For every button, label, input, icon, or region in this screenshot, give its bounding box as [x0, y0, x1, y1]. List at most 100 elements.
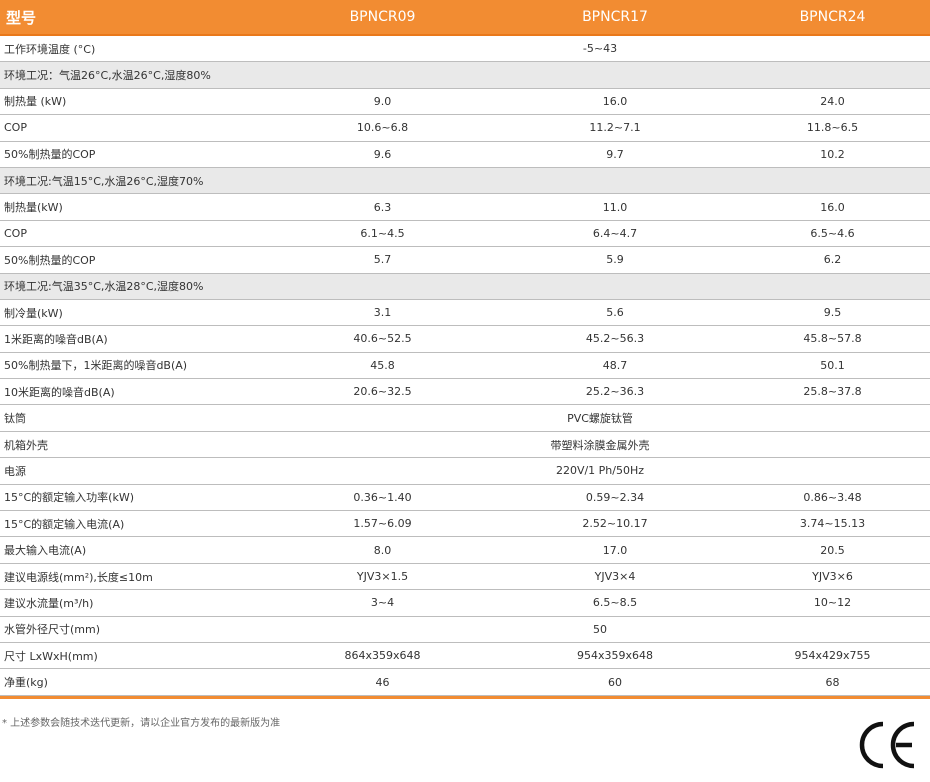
- table-row: 净重(kg) 46 60 68: [0, 669, 930, 696]
- cell-bpncr17: 2.52~10.17: [582, 517, 648, 531]
- table-row: 15°C的额定输入电流(A) 1.57~6.09 2.52~10.17 3.74~15…: [0, 511, 930, 538]
- cell-bpncr17: 17.0: [602, 543, 628, 557]
- row-label: 制冷量(kW): [4, 306, 63, 320]
- cell-bpncr09: 5.7: [373, 253, 392, 267]
- cell-bpncr17: 6.4~4.7: [592, 226, 638, 240]
- cell-bpncr09: 40.6~52.5: [353, 332, 412, 346]
- cell-bpncr17: 11.2~7.1: [589, 121, 641, 135]
- row-label: 最大输入电流(A): [4, 544, 87, 558]
- cell-bpncr09: 9.0: [373, 94, 392, 108]
- cell-bpncr09: 6.1~4.5: [360, 226, 405, 240]
- section-row: 环境工况:气温35°C,水温28°C,湿度80%: [0, 273, 930, 300]
- header-model-bpncr17: BPNCR17: [582, 9, 648, 25]
- table-row: 建议电源线(mm²),长度≤10m YJV3×1.5 YJV3×4 YJV3×6: [0, 564, 930, 591]
- row-label: 电源: [4, 464, 26, 478]
- cell-bpncr24: 16.0: [820, 200, 845, 214]
- table-row: 水管外径尺寸(mm) 50: [0, 617, 930, 643]
- cell-bpncr24: 10~12: [813, 596, 852, 610]
- row-label: 制热量(kW): [4, 201, 63, 215]
- table-row: 钛筒 PVC螺旋钛管: [0, 405, 930, 432]
- cell-bpncr17: 6.5~8.5: [592, 596, 638, 610]
- ce-mark-icon: [859, 721, 915, 769]
- cell-bpncr24: 24.0: [820, 94, 845, 108]
- row-label: 尺寸 LxWxH(mm): [4, 649, 98, 663]
- row-label: 钛筒: [4, 412, 26, 426]
- cell-bpncr24: 45.8~57.8: [803, 332, 862, 346]
- row-label: 机箱外壳: [4, 438, 48, 452]
- cell-bpncr09: 1.57~6.09: [353, 517, 412, 531]
- cell-bpncr17: 954x359x648: [576, 649, 653, 663]
- section-row: 环境工况：气温26°C,水温26°C,湿度80%: [0, 62, 930, 89]
- row-label: 净重(kg): [4, 676, 48, 690]
- row-label: COP: [4, 226, 27, 240]
- row-value-merged: 50: [593, 622, 607, 636]
- header-model-label: 型号: [6, 8, 37, 27]
- row-label: 15°C的额定输入功率(kW): [4, 491, 135, 505]
- row-value-merged: PVC螺旋钛管: [567, 412, 633, 426]
- table-row: COP 10.6~6.8 11.2~7.1 11.8~6.5: [0, 115, 930, 142]
- cell-bpncr09: 8.0: [373, 543, 392, 557]
- footnote: * 上述参数会随技术迭代更新，请以企业官方发布的最新版为准: [2, 718, 281, 729]
- row-value-merged: 带塑料涂膜金属外壳: [550, 438, 650, 452]
- cell-bpncr17: 9.7: [606, 147, 624, 161]
- table-row: 1米距离的噪音dB(A) 40.6~52.5 45.2~56.3 45.8~57.8: [0, 326, 930, 353]
- table-row: 机箱外壳 带塑料涂膜金属外壳: [0, 432, 930, 459]
- cell-bpncr09: 46: [375, 675, 390, 689]
- row-label: 1米距离的噪音dB(A): [4, 332, 108, 346]
- section-title: 环境工况:气温15°C,水温26°C,湿度70%: [4, 174, 204, 188]
- spec-table: 型号 BPNCR09 BPNCR17 BPNCR24 工作环境温度 (°C) -5…: [0, 0, 930, 699]
- cell-bpncr24: 68: [825, 675, 840, 689]
- table-row: 制冷量(kW) 3.1 5.6 9.5: [0, 300, 930, 327]
- cell-bpncr24: 3.74~15.13: [799, 517, 866, 531]
- table-row: 尺寸 LxWxH(mm) 864x359x648 954x359x648 954x42…: [0, 643, 930, 670]
- table-row: 制热量(kW) 6.3 11.0 16.0: [0, 194, 930, 221]
- cell-bpncr24: 6.2: [823, 253, 842, 267]
- cell-bpncr24: 10.2: [820, 147, 845, 161]
- row-label: 10米距离的噪音dB(A): [4, 385, 115, 399]
- table-row: 制热量 (kW) 9.0 16.0 24.0: [0, 89, 930, 116]
- cell-bpncr17: 0.59~2.34: [585, 490, 645, 504]
- table-row: 电源 220V/1 Ph/50Hz: [0, 458, 930, 485]
- cell-bpncr17: 60: [608, 675, 622, 689]
- cell-bpncr09: YJV3×1.5: [356, 570, 409, 583]
- row-label: 建议电源线(mm²),长度≤10m: [4, 570, 153, 584]
- cell-bpncr24: 20.5: [820, 543, 845, 557]
- table-row: 50%制热量的COP 9.6 9.7 10.2: [0, 142, 930, 168]
- cell-bpncr24: 11.8~6.5: [806, 121, 859, 135]
- table-bottom-rule: [0, 695, 930, 699]
- row-label: COP: [4, 121, 27, 135]
- cell-bpncr09: 3.1: [373, 306, 392, 320]
- table-row: 工作环境温度 (°C) -5~43: [0, 36, 930, 63]
- cell-bpncr09: 9.6: [373, 147, 392, 161]
- header-model-bpncr24: BPNCR24: [799, 9, 866, 25]
- cell-bpncr17: YJV3×4: [594, 570, 636, 583]
- cell-bpncr09: 45.8: [370, 358, 395, 372]
- cell-bpncr17: 25.2~36.3: [585, 385, 645, 399]
- row-label: 50%制热量下，1米距离的噪音dB(A): [4, 359, 188, 373]
- row-label: 50%制热量的COP: [4, 253, 96, 267]
- row-label: 建议水流量(m³/h): [4, 596, 94, 610]
- row-label: 制热量 (kW): [4, 95, 67, 109]
- row-label: 工作环境温度 (°C): [4, 42, 96, 56]
- cell-bpncr24: 0.86~3.48: [803, 490, 862, 504]
- table-row: 10米距离的噪音dB(A) 20.6~32.5 25.2~36.3 25.8~37.8: [0, 379, 930, 406]
- cell-bpncr24: YJV3×6: [812, 570, 853, 583]
- cell-bpncr17: 5.9: [606, 253, 624, 267]
- row-value-merged: -5~43: [582, 42, 618, 56]
- table-row: 50%制热量的COP 5.7 5.9 6.2: [0, 247, 930, 274]
- cell-bpncr09: 0.36~1.40: [353, 490, 412, 504]
- table-header: 型号 BPNCR09 BPNCR17 BPNCR24: [0, 0, 930, 36]
- table-body: 工作环境温度 (°C) -5~43 环境工况：气温26°C,水温26°C,湿度80%…: [0, 36, 930, 696]
- row-label: 15°C的额定输入电流(A): [4, 517, 125, 531]
- cell-bpncr17: 45.2~56.3: [585, 332, 645, 346]
- row-label: 50%制热量的COP: [4, 148, 96, 162]
- cell-bpncr24: 50.1: [820, 358, 845, 372]
- cell-bpncr09: 864x359x648: [344, 649, 421, 663]
- table-row: 15°C的额定输入功率(kW) 0.36~1.40 0.59~2.34 0.86~3.…: [0, 485, 930, 512]
- table-row: 最大输入电流(A) 8.0 17.0 20.5: [0, 537, 930, 564]
- cell-bpncr17: 48.7: [602, 358, 628, 372]
- section-title: 环境工况:气温35°C,水温28°C,湿度80%: [4, 280, 204, 294]
- cell-bpncr24: 954x429x755: [794, 649, 871, 663]
- cell-bpncr09: 3~4: [370, 596, 395, 610]
- table-row: 建议水流量(m³/h) 3~4 6.5~8.5 10~12: [0, 590, 930, 617]
